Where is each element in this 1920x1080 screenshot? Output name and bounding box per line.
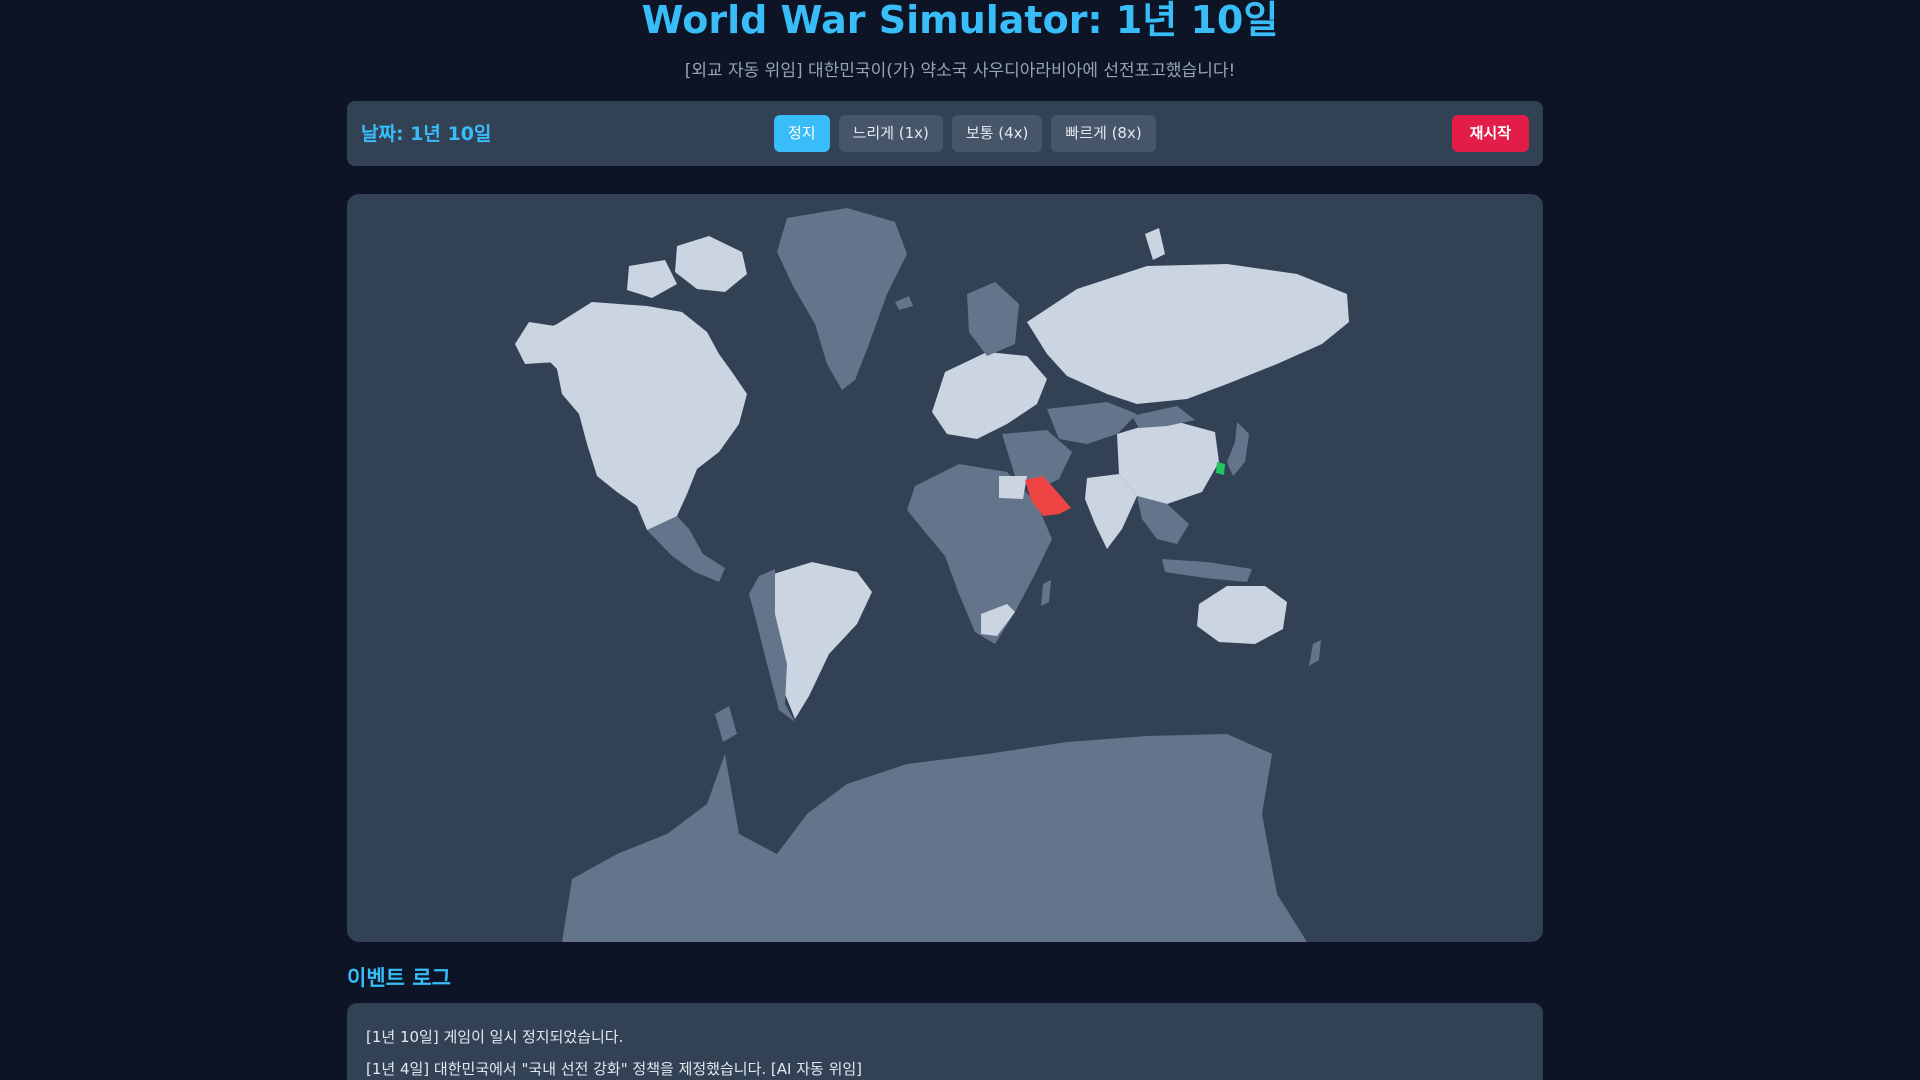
country-south-korea[interactable]: [1216, 462, 1225, 475]
pause-button[interactable]: 정지: [774, 115, 830, 152]
event-log-heading: 이벤트 로그: [347, 966, 451, 990]
country-madagascar[interactable]: [1041, 580, 1051, 606]
game-page: World War Simulator: 1년 10일 [외교 자동 위임] 대…: [0, 0, 1920, 1080]
country-new-zealand[interactable]: [1309, 640, 1321, 666]
country-russia[interactable]: [1027, 264, 1349, 404]
log-entry: [1년 4일] 대한민국에서 "국내 선전 강화" 정책을 제정했습니다. [A…: [366, 1060, 863, 1078]
event-notification: [외교 자동 위임] 대한민국이(가) 약소국 사우디아라비아에 선전포고했습니…: [684, 61, 1236, 81]
control-bar: 날짜: 1년 10일 정지 느리게 (1x) 보통 (4x) 빠르게 (8x) …: [347, 101, 1543, 166]
world-map-svg: [515, 208, 1349, 942]
country-alaska[interactable]: [515, 322, 557, 364]
country-antarctica[interactable]: [562, 734, 1307, 942]
date-label: 날짜: 1년 10일: [361, 123, 492, 145]
country-antarctic-island[interactable]: [715, 706, 737, 742]
country-arctic-island[interactable]: [1145, 228, 1165, 260]
speed-fast-button[interactable]: 빠르게 (8x): [1051, 115, 1156, 152]
page-title: World War Simulator: 1년 10일: [641, 0, 1279, 42]
country-southeast-asia[interactable]: [1137, 496, 1189, 544]
country-australia[interactable]: [1197, 586, 1287, 644]
world-map[interactable]: [347, 194, 1543, 942]
event-log: [1년 10일] 게임이 일시 정지되었습니다. [1년 4일] 대한민국에서 …: [347, 1003, 1543, 1080]
country-north-america[interactable]: [535, 302, 747, 532]
country-greenland[interactable]: [777, 208, 907, 390]
country-mexico[interactable]: [647, 516, 725, 582]
country-europe[interactable]: [932, 352, 1047, 439]
country-japan[interactable]: [1227, 422, 1249, 476]
speed-slow-button[interactable]: 느리게 (1x): [838, 115, 943, 152]
country-canada-islands[interactable]: [675, 236, 747, 292]
country-iceland[interactable]: [895, 296, 913, 310]
country-scandinavia[interactable]: [967, 282, 1019, 356]
country-indonesia[interactable]: [1162, 559, 1252, 582]
log-entry: [1년 10일] 게임이 일시 정지되었습니다.: [366, 1028, 624, 1046]
restart-button[interactable]: 재시작: [1451, 115, 1529, 152]
speed-normal-button[interactable]: 보통 (4x): [951, 115, 1043, 152]
speed-controls: 정지 느리게 (1x) 보통 (4x) 빠르게 (8x): [774, 115, 1156, 152]
country-egypt[interactable]: [999, 476, 1027, 499]
country-canada-islands-2[interactable]: [627, 260, 677, 298]
